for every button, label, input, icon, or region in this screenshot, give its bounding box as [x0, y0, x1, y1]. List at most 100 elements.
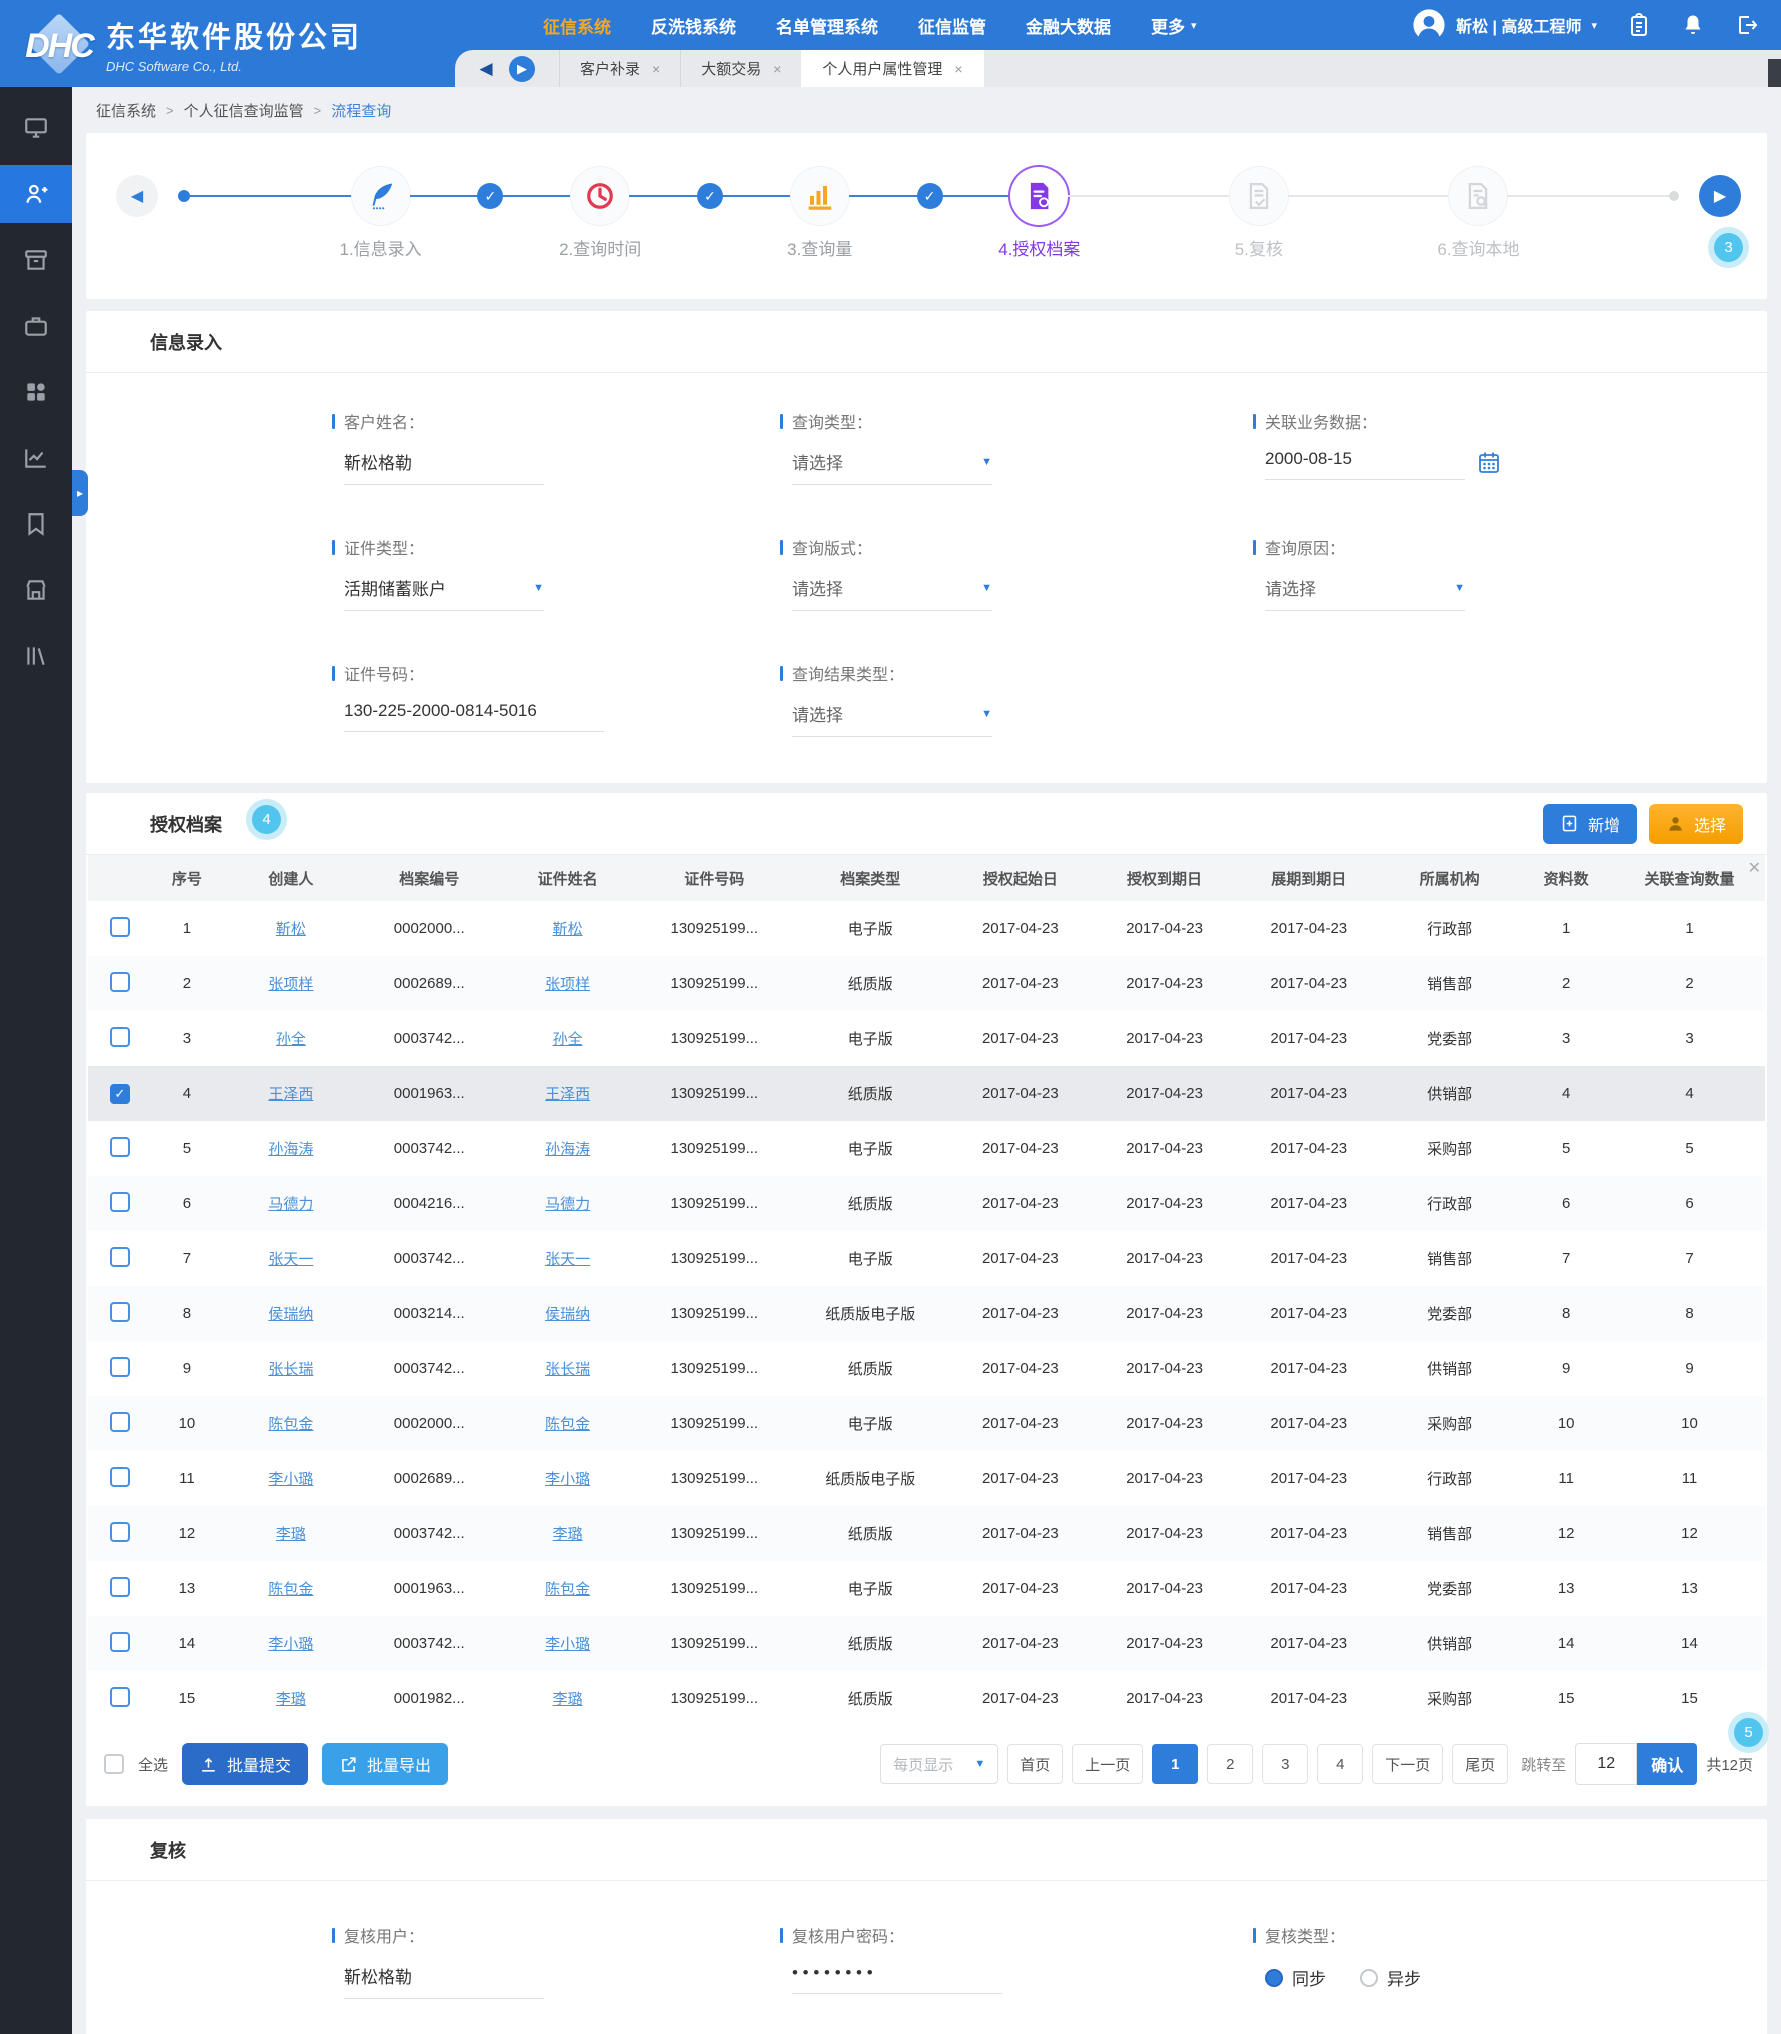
- sidebar-item-user-plus[interactable]: [0, 165, 72, 223]
- user-menu[interactable]: 靳松 | 高级工程师 ▾: [1412, 8, 1597, 42]
- field-input[interactable]: 靳松格勒: [344, 449, 544, 485]
- step-5[interactable]: 5.复核: [1230, 167, 1288, 225]
- tab[interactable]: 个人用户属性管理×: [801, 50, 983, 87]
- field-select[interactable]: 活期储蓄账户▼: [344, 575, 544, 611]
- clipboard-icon[interactable]: [1627, 13, 1651, 37]
- tab-scroll-left-icon[interactable]: ◀: [473, 56, 499, 82]
- person-link[interactable]: 陈包金: [545, 1416, 590, 1433]
- tab-close-icon[interactable]: ×: [954, 61, 962, 77]
- field-select[interactable]: 请选择▼: [792, 575, 992, 611]
- last-page-button[interactable]: 尾页: [1452, 1744, 1508, 1784]
- person-link[interactable]: 李璐: [276, 1526, 306, 1543]
- person-link[interactable]: 靳松: [553, 921, 583, 938]
- close-icon[interactable]: ✕: [1748, 861, 1761, 877]
- row-checkbox[interactable]: [110, 972, 130, 992]
- row-checkbox[interactable]: [110, 917, 130, 937]
- next-page-button[interactable]: 下一页: [1372, 1744, 1443, 1784]
- person-link[interactable]: 陈包金: [268, 1581, 313, 1598]
- row-checkbox[interactable]: [110, 1192, 130, 1212]
- person-link[interactable]: 张天一: [545, 1251, 590, 1268]
- field-input[interactable]: 130-225-2000-0814-5016: [344, 701, 604, 732]
- breadcrumb-item[interactable]: 个人征信查询监管: [184, 100, 304, 121]
- scrollbar-nub[interactable]: [1768, 59, 1781, 87]
- person-link[interactable]: 张项样: [545, 976, 590, 993]
- row-checkbox[interactable]: [110, 1357, 130, 1377]
- row-checkbox[interactable]: [110, 1137, 130, 1157]
- field-select[interactable]: 请选择▼: [792, 701, 992, 737]
- field-select[interactable]: 请选择▼: [792, 449, 992, 485]
- row-checkbox[interactable]: [110, 1632, 130, 1652]
- tab-close-icon[interactable]: ×: [773, 61, 781, 77]
- tab[interactable]: 客户补录×: [559, 50, 680, 87]
- select-button[interactable]: 选择: [1649, 804, 1743, 844]
- person-link[interactable]: 马德力: [268, 1196, 313, 1213]
- step-3[interactable]: 3.查询量: [791, 167, 849, 225]
- logout-icon[interactable]: [1735, 13, 1759, 37]
- person-link[interactable]: 李璐: [276, 1691, 306, 1708]
- page-button[interactable]: 3: [1262, 1744, 1308, 1784]
- person-link[interactable]: 靳松: [276, 921, 306, 938]
- person-link[interactable]: 李璐: [553, 1526, 583, 1543]
- row-checkbox[interactable]: [110, 1247, 130, 1267]
- bell-icon[interactable]: [1681, 13, 1705, 37]
- step-6[interactable]: 6.查询本地: [1449, 167, 1507, 225]
- field-select[interactable]: 请选择▼: [1265, 575, 1465, 611]
- radio-同步[interactable]: 同步: [1265, 1965, 1326, 1990]
- sidebar-item-briefcase[interactable]: [0, 297, 72, 355]
- row-checkbox[interactable]: [110, 1577, 130, 1597]
- person-link[interactable]: 马德力: [545, 1196, 590, 1213]
- person-link[interactable]: 李小璐: [545, 1636, 590, 1653]
- person-link[interactable]: 王泽西: [268, 1086, 313, 1103]
- select-all-checkbox[interactable]: [104, 1754, 124, 1774]
- review-user-input[interactable]: 靳松格勒: [344, 1963, 544, 1999]
- person-link[interactable]: 孙全: [553, 1031, 583, 1048]
- nav-item[interactable]: 反洗钱系统: [651, 13, 736, 38]
- person-link[interactable]: 李璐: [553, 1691, 583, 1708]
- person-link[interactable]: 李小璐: [545, 1471, 590, 1488]
- person-link[interactable]: 侯瑞纳: [268, 1306, 313, 1323]
- person-link[interactable]: 王泽西: [545, 1086, 590, 1103]
- breadcrumb-item[interactable]: 流程查询: [331, 100, 391, 121]
- person-link[interactable]: 张项样: [268, 976, 313, 993]
- person-link[interactable]: 孙海涛: [545, 1141, 590, 1158]
- per-page-select[interactable]: 每页显示 ▼: [880, 1744, 998, 1784]
- person-link[interactable]: 李小璐: [268, 1636, 313, 1653]
- step-4[interactable]: 4.授权档案: [1010, 167, 1068, 225]
- jump-page-input[interactable]: [1575, 1743, 1637, 1785]
- nav-item[interactable]: 更多▾: [1151, 13, 1197, 38]
- stepper-prev-button[interactable]: ◀: [116, 175, 158, 217]
- sidebar-expand-handle[interactable]: ▸: [72, 470, 88, 516]
- sidebar-item-building[interactable]: [0, 561, 72, 619]
- field-input[interactable]: 2000-08-15: [1265, 449, 1465, 480]
- person-link[interactable]: 张长瑞: [545, 1361, 590, 1378]
- stepper-next-button[interactable]: ▶: [1699, 175, 1741, 217]
- sidebar-item-books[interactable]: [0, 627, 72, 685]
- row-checkbox[interactable]: [110, 1412, 130, 1432]
- person-link[interactable]: 孙全: [276, 1031, 306, 1048]
- person-link[interactable]: 李小璐: [268, 1471, 313, 1488]
- batch-submit-button[interactable]: 批量提交: [182, 1743, 308, 1785]
- breadcrumb-item[interactable]: 征信系统: [96, 100, 156, 121]
- page-button[interactable]: 2: [1207, 1744, 1253, 1784]
- sidebar-item-book[interactable]: [0, 495, 72, 553]
- review-password-input[interactable]: • • • • • • • •: [792, 1963, 1002, 1994]
- row-checkbox[interactable]: [110, 1467, 130, 1487]
- sidebar-item-monitor[interactable]: [0, 99, 72, 157]
- calendar-icon[interactable]: [1477, 450, 1501, 474]
- row-checkbox[interactable]: [110, 1027, 130, 1047]
- first-page-button[interactable]: 首页: [1007, 1744, 1063, 1784]
- page-button[interactable]: 4: [1317, 1744, 1363, 1784]
- row-checkbox[interactable]: [110, 1302, 130, 1322]
- person-link[interactable]: 孙海涛: [268, 1141, 313, 1158]
- add-button[interactable]: 新增: [1543, 804, 1637, 844]
- nav-item[interactable]: 金融大数据: [1026, 13, 1111, 38]
- person-link[interactable]: 张长瑞: [268, 1361, 313, 1378]
- sidebar-item-grid[interactable]: [0, 363, 72, 421]
- row-checkbox[interactable]: ✓: [110, 1084, 130, 1104]
- jump-confirm-button[interactable]: 确认: [1637, 1743, 1697, 1785]
- nav-item[interactable]: 征信系统: [543, 13, 611, 38]
- person-link[interactable]: 侯瑞纳: [545, 1306, 590, 1323]
- sidebar-item-archive[interactable]: [0, 231, 72, 289]
- nav-item[interactable]: 名单管理系统: [776, 13, 878, 38]
- step-2[interactable]: 2.查询时间: [571, 167, 629, 225]
